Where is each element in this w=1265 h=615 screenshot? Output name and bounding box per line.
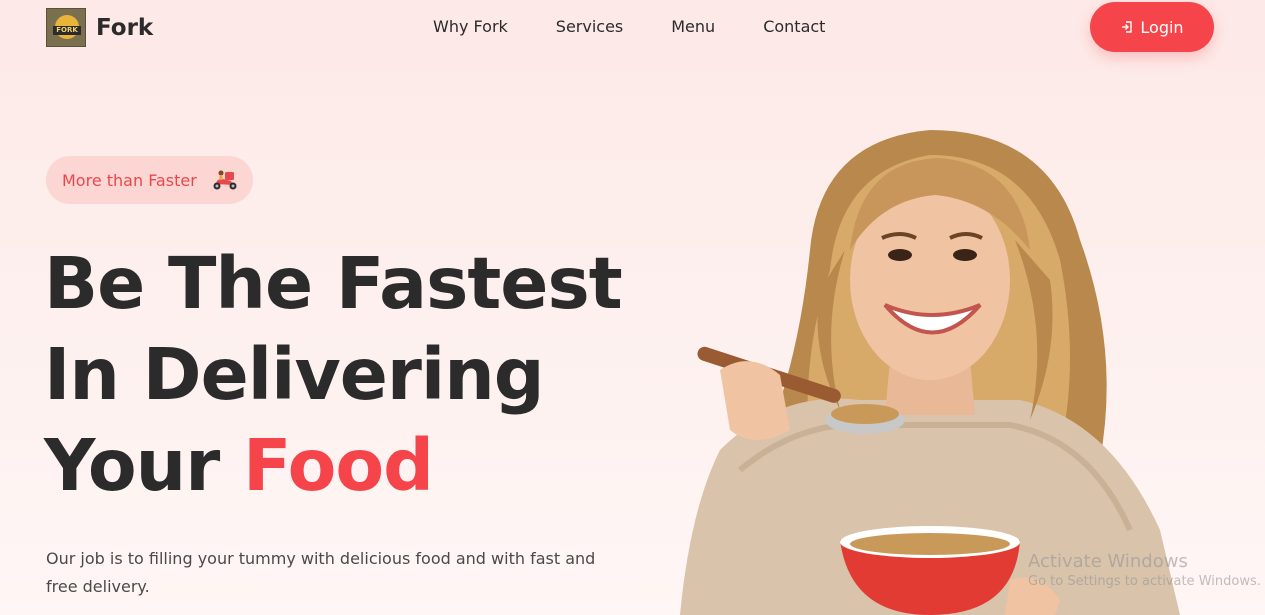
headline-line-1: Be The Fastest	[44, 242, 623, 325]
brand[interactable]: FORK Fork	[46, 8, 153, 47]
hero-woman-eating-cereal-image	[680, 130, 1180, 615]
nav-link-menu[interactable]: Menu	[671, 17, 715, 36]
nav-link-contact[interactable]: Contact	[763, 17, 825, 36]
nav-links: Why Fork Services Menu Contact	[433, 17, 873, 36]
nav-link-services[interactable]: Services	[556, 17, 623, 36]
hero-headline: Be The Fastest In Delivering Your Food	[44, 238, 623, 511]
os-watermark: Activate Windows Go to Settings to activ…	[1028, 551, 1261, 589]
hero-badge: More than Faster	[46, 156, 253, 204]
brand-name: Fork	[96, 14, 154, 41]
headline-line-2: In Delivering	[44, 333, 545, 416]
top-nav: FORK Fork Why Fork Services Menu Contact…	[0, 0, 1265, 56]
headline-accent-word: Food	[242, 424, 434, 507]
badge-text: More than Faster	[62, 170, 197, 190]
headline-line-3: Your Food	[44, 420, 622, 511]
hero-description: Our job is to filling your tummy with de…	[46, 549, 596, 596]
scooter-icon	[213, 170, 237, 190]
headline-line-3-plain: Your	[44, 424, 243, 507]
nav-link-why-fork[interactable]: Why Fork	[433, 17, 508, 36]
watermark-line-1: Activate Windows	[1028, 551, 1188, 572]
login-label: Login	[1140, 17, 1184, 37]
login-icon	[1122, 21, 1133, 33]
login-button[interactable]: Login	[1090, 2, 1214, 52]
fork-logo: FORK	[46, 8, 86, 47]
watermark-line-2: Go to Settings to activate Windows.	[1028, 574, 1261, 589]
